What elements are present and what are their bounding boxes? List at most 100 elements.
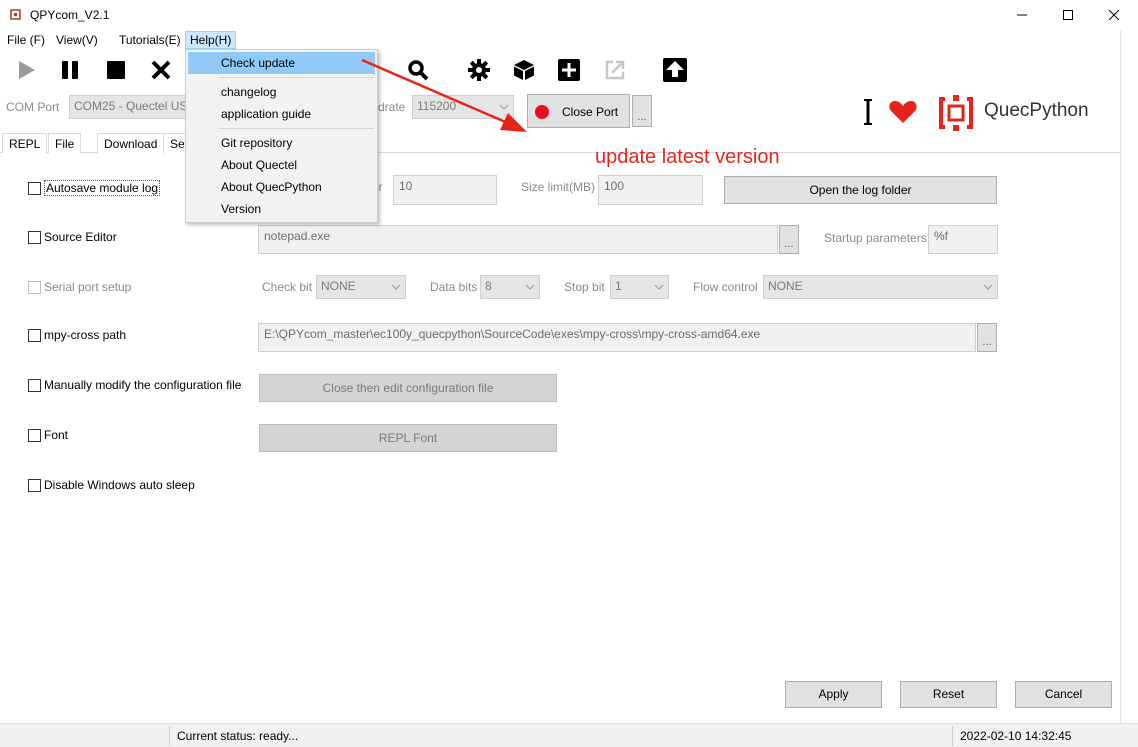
pause-icon [62, 61, 78, 79]
reset-button[interactable]: Reset [900, 681, 997, 708]
menu-tutorials[interactable]: Tutorials(E) [115, 31, 185, 49]
heart-icon[interactable] [889, 100, 917, 124]
pause-button[interactable] [57, 57, 83, 83]
mpy-cross-path-input[interactable]: E:\QPYcom_master\ec100y_quecpython\Sourc… [258, 323, 976, 352]
checkbox-box [28, 328, 41, 342]
play-icon [19, 61, 35, 79]
stop-bit-label: Stop bit [564, 280, 605, 294]
source-editor-browse-button[interactable]: ... [779, 225, 799, 254]
stop-button[interactable] [103, 57, 129, 83]
checkbox-box [28, 181, 41, 195]
startup-params-input[interactable]: %f [928, 225, 998, 254]
tab-download[interactable]: Download [97, 133, 165, 153]
window-edge [1120, 30, 1138, 723]
edit-config-button[interactable]: Close then edit configuration file [259, 374, 557, 402]
check-bit-label: Check bit [262, 280, 313, 294]
chevron-down-icon [391, 284, 401, 290]
size-limit-label: Size limit(MB) [521, 180, 595, 194]
flow-control-value: NONE [768, 279, 803, 293]
menu-file[interactable]: File (F) [3, 31, 49, 49]
source-editor-input[interactable]: notepad.exe [258, 225, 778, 254]
close-window-icon [1109, 10, 1119, 20]
data-bits-value: 8 [485, 279, 492, 293]
data-bits-select[interactable]: 8 [480, 275, 540, 299]
annotation-text: update latest version [595, 146, 780, 168]
disable-sleep-checkbox[interactable]: Disable Windows auto sleep [28, 478, 195, 492]
menu-view[interactable]: View(V) [52, 31, 102, 49]
close-window-button[interactable] [1091, 0, 1137, 30]
baudrate-select[interactable]: 115200 [412, 95, 514, 119]
log-number-input[interactable]: 10 [393, 175, 497, 205]
checkbox-box [28, 280, 41, 294]
close-port-label: Close Port [562, 105, 619, 119]
size-limit-input[interactable]: 100 [598, 175, 703, 205]
tab-file[interactable]: File [48, 133, 82, 153]
com-port-select[interactable]: COM25 - Quectel US [69, 95, 189, 119]
upload-icon [663, 58, 687, 82]
source-editor-checkbox[interactable]: Source Editor [28, 230, 117, 244]
chevron-down-icon [654, 284, 664, 290]
status-divider [952, 726, 953, 746]
font-label: Font [44, 428, 69, 442]
package-button[interactable] [511, 57, 537, 83]
maximize-icon [1063, 10, 1073, 20]
share-icon [605, 60, 625, 80]
menu-bar: File (F) View(V) Tutorials(E) Help(H) [0, 30, 1138, 50]
apply-button[interactable]: Apply [785, 681, 882, 708]
close-port-button[interactable]: Close Port [527, 94, 630, 128]
serial-setup-checkbox[interactable]: Serial port setup [28, 280, 131, 294]
add-button[interactable] [556, 57, 582, 83]
disable-sleep-label: Disable Windows auto sleep [44, 478, 195, 492]
menu-separator [219, 128, 374, 129]
manual-config-label: Manually modify the configuration file [44, 378, 242, 392]
com-port-value: COM25 - Quectel US [74, 99, 188, 113]
mpy-cross-browse-button[interactable]: ... [977, 323, 997, 352]
menu-version[interactable]: Version [188, 198, 375, 220]
autosave-label: Autosave module log [44, 180, 161, 196]
baudrate-label: drate [378, 100, 406, 114]
maximize-button[interactable] [1045, 0, 1091, 30]
cancel-button[interactable]: Cancel [1015, 681, 1112, 708]
checkbox-box [28, 478, 41, 492]
clear-button[interactable] [148, 57, 174, 83]
autosave-checkbox[interactable]: Autosave module log [28, 180, 161, 196]
repl-font-button[interactable]: REPL Font [259, 424, 557, 452]
check-bit-select[interactable]: NONE [316, 275, 406, 299]
menu-application-guide[interactable]: application guide [188, 103, 375, 125]
font-checkbox[interactable]: Font [28, 428, 68, 442]
status-divider [169, 726, 170, 746]
upload-button[interactable] [662, 57, 688, 83]
flow-control-label: Flow control [693, 280, 758, 294]
gear-icon [468, 59, 490, 81]
quecpython-logo-text: QuecPython [984, 100, 1089, 121]
checkbox-box [28, 378, 41, 392]
search-button[interactable] [405, 57, 431, 83]
tab-repl[interactable]: REPL [2, 133, 48, 153]
startup-params-label: Startup parameters [824, 231, 927, 245]
window-title: QPYcom_V2.1 [30, 8, 110, 22]
tab-bar: REPL File Download Set [0, 133, 1138, 154]
open-log-folder-button[interactable]: Open the log folder [724, 176, 997, 204]
mpy-cross-checkbox[interactable]: mpy-cross path [28, 328, 126, 342]
menu-help[interactable]: Help(H) [185, 31, 237, 49]
status-time: 2022-02-10 14:32:45 [960, 729, 1072, 743]
settings-button[interactable] [466, 57, 492, 83]
port-more-button[interactable]: ... [632, 95, 652, 127]
chevron-down-icon [983, 284, 993, 290]
stop-bit-select[interactable]: 1 [610, 275, 669, 299]
menu-changelog[interactable]: changelog [188, 81, 375, 103]
settings-panel: Autosave module log er 10 Size limit(MB)… [0, 153, 1120, 723]
stop-icon [107, 61, 125, 79]
close-icon [151, 60, 171, 80]
menu-git-repository[interactable]: Git repository [188, 132, 375, 154]
minimize-button[interactable] [999, 0, 1045, 30]
run-button[interactable] [13, 57, 39, 83]
cube-icon [514, 60, 534, 80]
menu-about-quectel[interactable]: About Quectel [188, 154, 375, 176]
menu-about-quecpython[interactable]: About QuecPython [188, 176, 375, 198]
share-button[interactable] [602, 57, 628, 83]
toolbar [0, 50, 1138, 90]
manual-config-checkbox[interactable]: Manually modify the configuration file [28, 378, 241, 392]
flow-control-select[interactable]: NONE [763, 275, 998, 299]
menu-check-update[interactable]: Check update [188, 52, 375, 74]
